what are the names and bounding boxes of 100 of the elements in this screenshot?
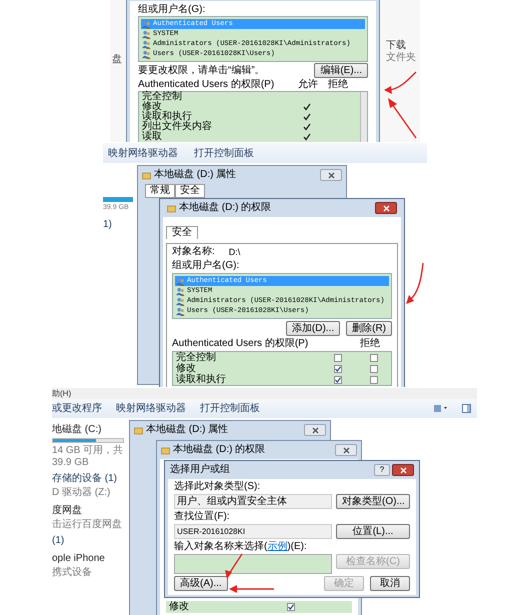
close-icon	[312, 426, 318, 434]
folder-icon	[142, 170, 151, 180]
users-icon	[142, 50, 151, 58]
sidebar-text: 击运行百度网盘	[52, 519, 123, 531]
advanced-button[interactable]: 高级(A)...	[174, 576, 228, 591]
tab[interactable]: 安全	[166, 226, 198, 239]
toolbar-item[interactable]: 或更改程序	[52, 401, 102, 416]
window-title: 本地磁盘 (D:) 属性	[146, 424, 228, 436]
permission-name: 完全控制	[142, 92, 183, 102]
group-label: 组或用户名(G):	[172, 260, 240, 271]
close-icon	[328, 172, 334, 178]
field-label: 选择此对象类型(S):	[174, 481, 262, 492]
permission-name: 读取	[142, 132, 163, 142]
permission-name: 读取和执行	[142, 112, 192, 122]
checkmark-icon	[288, 604, 294, 610]
view-options-icon[interactable]	[434, 404, 448, 413]
checkbox[interactable]	[370, 376, 378, 384]
object-label: 对象名称:	[172, 246, 215, 258]
toolbar-item[interactable]: 映射网络驱动器	[108, 146, 178, 160]
permission-name: 修改	[169, 601, 189, 613]
object-names-field[interactable]	[174, 554, 332, 574]
close-button[interactable]	[304, 424, 326, 436]
tab[interactable]: 常规	[145, 184, 175, 198]
window-title: 本地磁盘 (D:) 的权限	[173, 444, 266, 456]
object-value: D:\	[228, 246, 240, 258]
permission-name: 修改	[142, 102, 162, 112]
group-count: 1)	[103, 218, 112, 232]
folder-icon	[134, 426, 143, 434]
folder-label: 文件夹	[386, 52, 416, 64]
window-title: 选择用户或组	[170, 464, 230, 476]
sidebar-text: 携式设备	[52, 567, 93, 579]
column-header: 拒绝	[360, 338, 380, 349]
users-icon	[176, 276, 185, 286]
sidebar-item[interactable]: 度网盘	[52, 505, 124, 517]
checkbox[interactable]	[334, 376, 342, 384]
permission-name: 列出文件夹内容	[142, 122, 213, 132]
checkbox[interactable]	[370, 364, 378, 372]
users-icon	[142, 40, 151, 48]
drive-usage-bar	[103, 197, 133, 202]
checkbox[interactable]	[370, 354, 378, 362]
users-icon	[142, 30, 151, 38]
window-title: 本地磁盘 (D:) 属性	[154, 169, 236, 181]
close-button[interactable]	[335, 444, 357, 456]
folder-label: 下载	[386, 40, 407, 52]
close-icon	[400, 466, 406, 474]
close-button[interactable]	[392, 464, 414, 476]
preview-pane-icon[interactable]	[462, 404, 471, 413]
object-types-button[interactable]: 对象类型(O)...	[336, 494, 410, 509]
folder-icon	[167, 204, 176, 212]
toolbar-item[interactable]: 打开控制面板	[194, 146, 254, 160]
column-header: 允许	[298, 79, 319, 90]
permission-name: 完全控制	[176, 352, 217, 363]
permissions-label: Authenticated Users 的权限(P)	[138, 79, 276, 90]
close-icon	[342, 446, 350, 454]
help-button[interactable]: ?	[374, 464, 390, 476]
toolbar-item[interactable]: 映射网络驱动器	[116, 401, 186, 416]
users-icon	[176, 286, 185, 296]
scrollbar	[360, 92, 367, 142]
sidebar-text: D 驱动器 (Z:)	[52, 487, 112, 499]
folder-icon	[161, 446, 170, 454]
locations-button[interactable]: 位置(L)...	[336, 524, 410, 539]
close-button[interactable]	[320, 169, 342, 181]
annotation-arrow	[384, 72, 416, 94]
checkbox[interactable]	[334, 354, 342, 362]
examples-link[interactable]: 示例	[267, 541, 288, 552]
annotation-arrow	[388, 98, 417, 138]
field-label: 输入对象名称来选择(示例)(E):	[174, 541, 308, 552]
menu-item[interactable]: 助(H)	[52, 388, 477, 399]
object-type-field: 用户、组或内置安全主体	[174, 494, 332, 509]
add-button[interactable]: 添加(D)...	[286, 321, 340, 336]
sidebar-text: 14 GB 可用，共 39.9 GB	[52, 445, 124, 469]
users-icon	[176, 296, 185, 306]
column-header: 拒绝	[328, 79, 348, 90]
edit-button[interactable]: 编辑(E)...	[314, 63, 368, 78]
tab[interactable]: 安全	[175, 184, 205, 198]
group-label: 组或用户名(G):	[138, 4, 206, 15]
field-label: 查找位置(F):	[174, 511, 231, 522]
close-icon	[382, 204, 390, 212]
section-heading: (1)	[52, 535, 66, 547]
window-title: 本地磁盘 (D:) 的权限	[179, 202, 272, 214]
permissions-label: Authenticated Users 的权限(P)	[172, 338, 310, 349]
edit-hint: 要更改权限，请单击“编辑”。	[138, 64, 265, 76]
drive-label: 盘	[112, 53, 122, 67]
permission-name: 读取和执行	[176, 374, 227, 385]
location-field: USER-20161028KI	[174, 524, 332, 539]
checkbox[interactable]	[334, 364, 342, 372]
cancel-button[interactable]: 取消	[370, 576, 410, 591]
annotation-arrow	[229, 585, 274, 593]
close-button[interactable]	[375, 202, 397, 214]
users-icon	[142, 20, 151, 28]
permission-name: 修改	[176, 363, 196, 374]
sidebar-item[interactable]: 地磁盘 (C:)	[52, 424, 124, 436]
section-heading: 存储的设备 (1)	[52, 473, 118, 485]
annotation-arrow	[225, 554, 243, 579]
annotation-arrow	[406, 262, 424, 304]
sidebar-item[interactable]: ople iPhone	[52, 553, 124, 565]
remove-button[interactable]: 删除(R)	[346, 321, 392, 336]
users-icon	[176, 306, 185, 316]
toolbar-item[interactable]: 打开控制面板	[200, 401, 260, 416]
checkbox[interactable]	[287, 603, 295, 611]
